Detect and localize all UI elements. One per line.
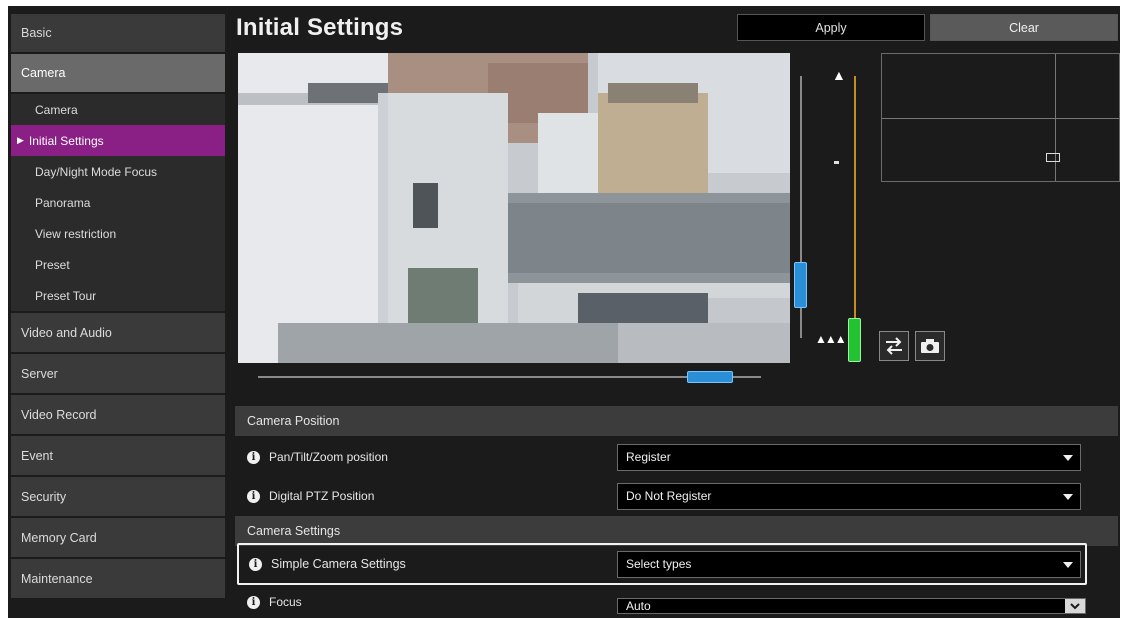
select-value: Select types: [626, 557, 692, 571]
sidebar-item-label: Video Record: [21, 407, 97, 422]
ptz-position-label: i Pan/Tilt/Zoom position: [247, 450, 388, 464]
position-preview-box[interactable]: [881, 53, 1120, 182]
sidebar-subitem-view-restriction[interactable]: View restriction: [11, 218, 225, 249]
swap-arrows-icon: [886, 337, 902, 355]
zoom-mid-marker-icon: [834, 161, 839, 164]
sidebar-item-label: Memory Card: [21, 530, 97, 545]
zoom-slider-track[interactable]: [854, 76, 856, 338]
clear-button[interactable]: Clear: [930, 14, 1118, 41]
sidebar-item-event[interactable]: Event: [11, 436, 225, 477]
sidebar-subitem-day-night[interactable]: Day/Night Mode Focus: [11, 156, 225, 187]
sidebar-item-video-audio[interactable]: Video and Audio: [11, 313, 225, 354]
simple-camera-settings-row: i Simple Camera Settings Select types: [235, 544, 1118, 584]
info-icon[interactable]: i: [247, 489, 260, 503]
sidebar-subitem-camera[interactable]: Camera: [11, 94, 225, 125]
dropdown-button[interactable]: [1065, 599, 1085, 613]
zoom-tele-icon: ▲: [832, 67, 846, 83]
pan-slider-thumb[interactable]: [687, 371, 733, 383]
digital-ptz-select[interactable]: Do Not Register: [617, 482, 1081, 510]
chevron-down-icon: [1063, 454, 1073, 461]
sidebar-item-server[interactable]: Server: [11, 354, 225, 395]
sidebar-subitem-label: View restriction: [35, 226, 117, 241]
focus-label: i Focus: [247, 595, 302, 609]
section-camera-position: Camera Position: [235, 406, 1118, 436]
sidebar-item-label: Server: [21, 366, 58, 381]
triangle-right-icon: ▶: [17, 135, 24, 145]
info-icon[interactable]: i: [247, 595, 260, 609]
preview-position-marker: [1046, 153, 1060, 162]
setting-label-text: Digital PTZ Position: [269, 489, 375, 503]
chevron-down-icon: [1063, 561, 1073, 568]
info-icon[interactable]: i: [249, 557, 262, 571]
sidebar-item-basic[interactable]: Basic: [11, 14, 225, 54]
select-value: Register: [626, 450, 671, 464]
focus-select[interactable]: Auto: [617, 598, 1086, 614]
zoom-wide-icon: ▲▲▲: [815, 332, 847, 346]
setting-label-text: Simple Camera Settings: [271, 557, 406, 571]
sidebar-subitem-label: Preset: [35, 257, 70, 272]
ptz-position-row: i Pan/Tilt/Zoom position Register: [235, 437, 1118, 477]
tilt-slider-thumb[interactable]: [794, 262, 807, 308]
sidebar-item-label: Event: [21, 448, 53, 463]
sidebar-item-security[interactable]: Security: [11, 477, 225, 518]
simple-camera-settings-select[interactable]: Select types: [617, 550, 1081, 578]
sidebar-item-memory-card[interactable]: Memory Card: [11, 518, 225, 559]
sidebar-subitem-panorama[interactable]: Panorama: [11, 187, 225, 218]
sidebar-subitem-preset[interactable]: Preset: [11, 249, 225, 280]
camera-live-view[interactable]: [238, 53, 790, 363]
select-value: Do Not Register: [626, 489, 712, 503]
ptz-position-select[interactable]: Register: [617, 443, 1081, 471]
digital-ptz-label: i Digital PTZ Position: [247, 489, 374, 503]
sidebar-item-camera-group[interactable]: Camera: [11, 54, 225, 94]
preview-crosshair-horizontal: [882, 118, 1119, 119]
sidebar-item-maintenance[interactable]: Maintenance: [11, 559, 225, 600]
select-value: Auto: [626, 599, 651, 613]
sidebar-subitem-label: Initial Settings: [28, 133, 104, 148]
page-title: Initial Settings: [236, 14, 404, 41]
sidebar-subitem-label: Panorama: [35, 195, 91, 210]
sidebar-subitem-preset-tour[interactable]: Preset Tour: [11, 280, 225, 311]
sidebar-item-label: Security: [21, 489, 67, 504]
sidebar-item-label: Camera: [21, 66, 66, 80]
sidebar-item-label: Video and Audio: [21, 325, 112, 340]
sidebar: Basic Camera Camera ▶ Initial Settings Da…: [11, 14, 225, 618]
simple-camera-settings-label: i Simple Camera Settings: [249, 557, 406, 571]
camera-image: [238, 53, 790, 363]
digital-ptz-row: i Digital PTZ Position Do Not Register: [235, 476, 1118, 516]
section-camera-settings: Camera Settings: [235, 516, 1118, 546]
info-icon[interactable]: i: [247, 450, 260, 464]
sidebar-subitem-label: Preset Tour: [35, 288, 97, 303]
pan-slider-track[interactable]: [258, 376, 761, 378]
app-frame: Basic Camera Camera ▶ Initial Settings Da…: [8, 6, 1120, 618]
chevron-down-icon: [1070, 602, 1080, 609]
chevron-down-icon: [1063, 493, 1073, 500]
sidebar-item-label: Basic: [21, 26, 52, 40]
sidebar-subitem-label: Camera: [35, 102, 78, 117]
zoom-slider-thumb[interactable]: [848, 318, 861, 362]
sidebar-camera-submenu: Camera ▶ Initial Settings Day/Night Mode …: [11, 94, 225, 313]
swap-arrows-button[interactable]: [879, 331, 909, 361]
sidebar-item-video-record[interactable]: Video Record: [11, 395, 225, 436]
camera-icon: [921, 339, 939, 353]
setting-label-text: Pan/Tilt/Zoom position: [269, 450, 388, 464]
sidebar-item-label: Maintenance: [21, 571, 93, 586]
sidebar-subitem-initial-settings[interactable]: ▶ Initial Settings: [11, 125, 225, 156]
setting-label-text: Focus: [269, 595, 302, 609]
apply-button[interactable]: Apply: [737, 14, 925, 41]
snapshot-button[interactable]: [915, 331, 945, 361]
sidebar-subitem-label: Day/Night Mode Focus: [35, 164, 158, 179]
